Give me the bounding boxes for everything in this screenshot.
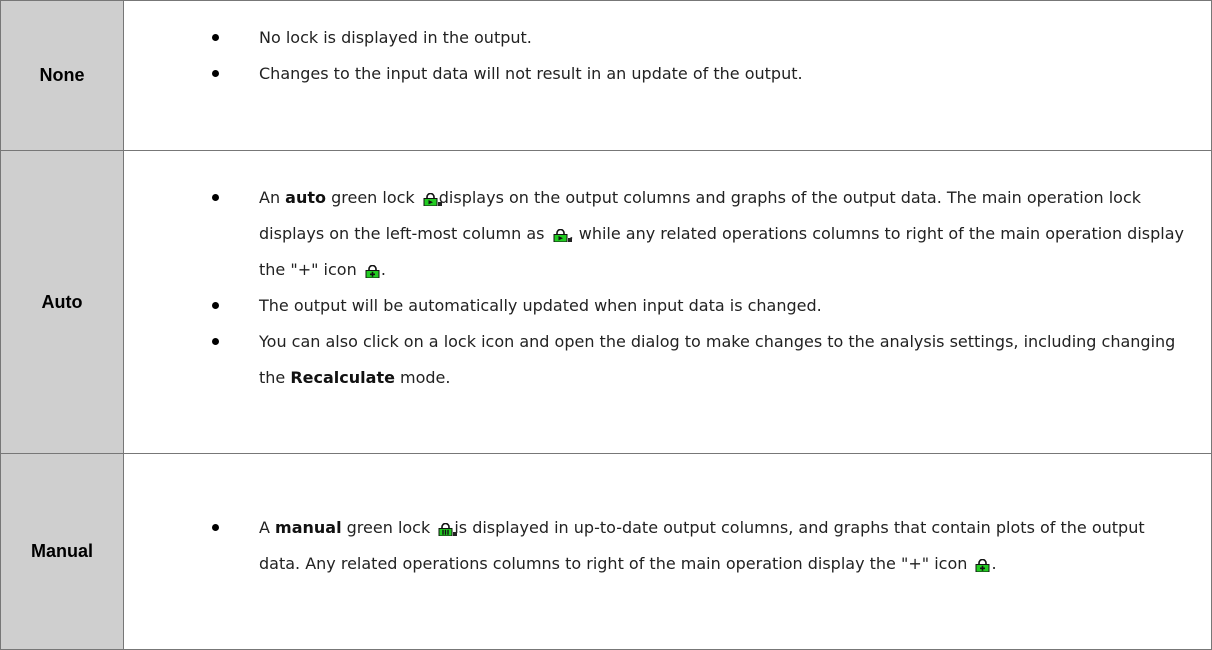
description-auto: An auto green lock displays on the outpu… — [123, 150, 1212, 454]
mode-label-manual: Manual — [0, 453, 124, 650]
mode-label-auto: Auto — [0, 150, 124, 454]
description-none: No lock is displayed in the output. Chan… — [123, 0, 1212, 151]
bullet-list: No lock is displayed in the output. Chan… — [124, 20, 1211, 92]
plus-lock-icon — [975, 558, 990, 572]
bullet-item: No lock is displayed in the output. — [124, 20, 1187, 56]
auto-lock-icon — [423, 193, 442, 206]
row-auto: Auto An auto green lock displays on the … — [0, 150, 1212, 454]
description-manual: A manual green lock is displayed in up-t… — [123, 453, 1212, 650]
manual-lock-icon — [438, 522, 458, 536]
row-manual: Manual A manual green lock is displayed … — [0, 453, 1212, 650]
bullet-item: The output will be automatically updated… — [124, 288, 1187, 324]
bullet-item: An auto green lock displays on the outpu… — [124, 180, 1187, 288]
plus-lock-icon — [365, 265, 380, 278]
bullet-list: A manual green lock is displayed in up-t… — [124, 510, 1211, 582]
emphasis-auto: auto — [285, 188, 326, 207]
bullet-list: An auto green lock displays on the outpu… — [124, 180, 1211, 396]
bullet-item: Changes to the input data will not resul… — [124, 56, 1187, 92]
emphasis-manual: manual — [275, 517, 342, 537]
emphasis-recalculate: Recalculate — [290, 368, 395, 387]
recalculate-modes-table: None No lock is displayed in the output.… — [0, 0, 1212, 650]
bullet-item: You can also click on a lock icon and op… — [124, 324, 1187, 396]
row-none: None No lock is displayed in the output.… — [0, 0, 1212, 151]
bullet-item: A manual green lock is displayed in up-t… — [124, 510, 1187, 582]
mode-label-none: None — [0, 0, 124, 151]
auto-lock-icon — [553, 229, 572, 242]
